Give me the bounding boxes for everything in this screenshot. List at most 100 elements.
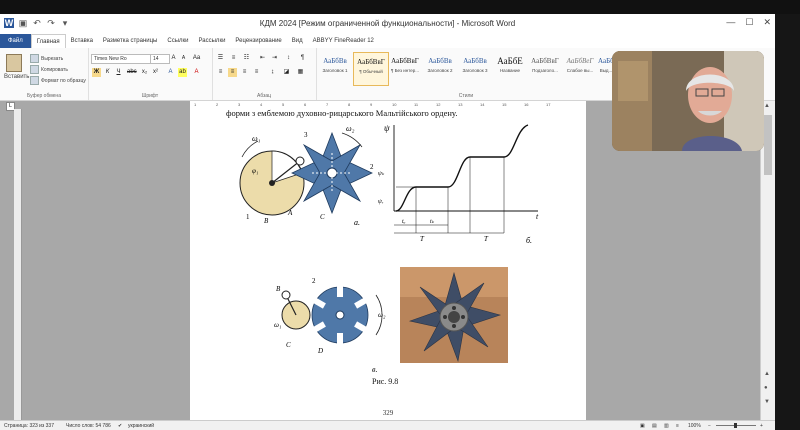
browse-object-icon[interactable]: ● [764, 385, 768, 391]
style-normal[interactable]: АаБбВвГ ¶ Обычный [353, 52, 389, 86]
style-heading-1[interactable]: АаБбВв Заголовок 1 [318, 52, 352, 84]
style-subtitle[interactable]: АаБбВвГ Подзаголо... [528, 52, 562, 84]
style-title[interactable]: АаБбЕ Название [493, 52, 527, 84]
document-page[interactable]: форми з емблемою духовно-рицарського Мал… [190, 108, 586, 420]
bold-button[interactable]: Ж [92, 68, 101, 77]
change-case-button[interactable]: Aa [192, 54, 201, 63]
justify-button[interactable]: ≡ [252, 68, 261, 77]
tab-abbyy[interactable]: ABBYY FineReader 12 [308, 34, 379, 48]
ruler-mark: 2 [216, 102, 219, 107]
ribbon-tabs: Файл Главная Вставка Разметка страницы С… [0, 33, 775, 49]
figure-geneva-mechanism: ω₁ ω₂ φ₁ 3 2 1 B A C а. [239, 124, 374, 227]
style-name: Подзаголо... [532, 68, 558, 73]
tab-review[interactable]: Рецензирование [230, 34, 286, 48]
italic-button[interactable]: К [103, 68, 112, 77]
label-1: 1 [246, 213, 250, 221]
shading-button[interactable]: ◪ [282, 68, 291, 77]
paste-button[interactable]: Вставить [4, 54, 29, 80]
tab-mailings[interactable]: Рассылки [193, 34, 230, 48]
ruler-mark: 6 [304, 102, 307, 107]
label-D-small: D [317, 347, 323, 355]
zoom-slider[interactable] [716, 423, 756, 428]
copy-button[interactable]: Копировать [30, 65, 68, 74]
font-color-button[interactable]: A [192, 68, 201, 77]
style-name: Заголовок 2 [427, 68, 453, 73]
label-C: C [320, 213, 325, 221]
shrink-font-button[interactable]: A [179, 54, 188, 63]
style-name: ¶ Без интер... [390, 68, 420, 73]
line-spacing-button[interactable]: ↨ [268, 68, 277, 77]
zoom-level[interactable]: 100% [688, 423, 701, 429]
label-omega2-small: ω₂ [378, 311, 386, 319]
view-web-icon[interactable]: ▥ [664, 423, 669, 429]
style-subtle-emphasis[interactable]: АаБбВеГ Слабое вы... [563, 52, 597, 84]
multilevel-list-button[interactable]: ☷ [242, 54, 251, 63]
page-count-status[interactable]: Страница: 323 из 337 [4, 423, 54, 429]
grow-font-button[interactable]: A [169, 54, 178, 63]
zoom-out-icon[interactable]: − [708, 423, 711, 429]
tab-references[interactable]: Ссылки [162, 34, 193, 48]
paragraph-group-label: Абзац [256, 93, 272, 99]
tab-page-layout[interactable]: Разметка страницы [98, 34, 162, 48]
bullets-button[interactable]: ☰ [216, 54, 225, 63]
tab-home[interactable]: Главная [30, 33, 66, 49]
status-bar: Страница: 323 из 337 Число слов: 54 786 … [0, 420, 775, 430]
style-no-spacing[interactable]: АаБбВвГ ¶ Без интер... [388, 52, 422, 84]
view-print-layout-icon[interactable]: ▣ [640, 423, 645, 429]
borders-button[interactable]: ▦ [296, 68, 305, 77]
align-center-button[interactable]: ≡ [228, 68, 237, 77]
decrease-indent-button[interactable]: ⇤ [258, 54, 267, 63]
ruler-mark: 14 [480, 102, 485, 107]
clipboard-group: Вставить Вырезать Копировать Формат по о… [0, 48, 89, 100]
view-reading-icon[interactable]: ▤ [652, 423, 657, 429]
highlight-button[interactable]: ab [178, 68, 187, 77]
label-omega2: ω₂ [346, 124, 355, 133]
figure-external-geneva: B 2 ω₁ ω₂ C D [274, 277, 386, 355]
close-button[interactable]: ✕ [763, 17, 771, 28]
tab-view[interactable]: Вид [287, 34, 308, 48]
spellcheck-icon[interactable]: ✔ [118, 423, 122, 429]
tab-file[interactable]: Файл [0, 34, 31, 48]
format-painter-button[interactable]: Формат по образцу [30, 76, 86, 85]
zoom-in-icon[interactable]: + [760, 423, 763, 429]
label-2-small: 2 [312, 277, 316, 285]
minimize-button[interactable]: — [726, 17, 735, 28]
font-name-select[interactable]: Times New Ro [91, 54, 151, 64]
styles-group-label: Стили [458, 93, 474, 99]
sort-button[interactable]: ↕ [284, 54, 293, 63]
vertical-scrollbar[interactable]: ▲ ▲ ● ▼ [760, 101, 775, 420]
ruler-mark: 11 [414, 102, 419, 107]
underline-button[interactable]: Ч [114, 68, 123, 77]
webcam-person-image [612, 51, 764, 151]
view-outline-icon[interactable]: ≡ [676, 423, 679, 429]
scroll-thumb[interactable] [764, 115, 772, 175]
style-heading-3[interactable]: АаБбВв Заголовок 3 [458, 52, 492, 84]
strikethrough-button[interactable]: abc [127, 68, 137, 77]
align-right-button[interactable]: ≡ [240, 68, 249, 77]
cut-label: Вырезать [41, 55, 64, 62]
scroll-up-icon[interactable]: ▲ [764, 103, 770, 109]
style-preview: АаБбЕ [497, 56, 523, 66]
label-A: A [287, 209, 293, 217]
prev-page-icon[interactable]: ▲ [764, 371, 770, 377]
subscript-button[interactable]: x₂ [140, 68, 149, 77]
page-number: 329 [382, 409, 394, 417]
zoom-slider-knob[interactable] [734, 423, 737, 428]
word-count-status[interactable]: Число слов: 54 786 [66, 423, 111, 429]
language-status[interactable]: украинский [128, 423, 154, 429]
superscript-button[interactable]: x² [151, 68, 160, 77]
next-page-icon[interactable]: ▼ [764, 399, 770, 405]
font-size-select[interactable]: 14 [150, 54, 170, 64]
style-preview: АаБбВвГ [531, 57, 559, 65]
increase-indent-button[interactable]: ⇥ [270, 54, 279, 63]
maximize-button[interactable]: ☐ [745, 17, 753, 28]
tab-insert[interactable]: Вставка [66, 34, 98, 48]
cut-button[interactable]: Вырезать [30, 54, 63, 63]
show-marks-button[interactable]: ¶ [298, 54, 307, 63]
numbering-button[interactable]: ≡ [229, 54, 238, 63]
text-effects-button[interactable]: A [166, 68, 175, 77]
small-crank-pin [281, 290, 291, 300]
vertical-ruler[interactable] [14, 109, 22, 420]
align-left-button[interactable]: ≡ [216, 68, 225, 77]
style-heading-2[interactable]: АаБбВв Заголовок 2 [423, 52, 457, 84]
